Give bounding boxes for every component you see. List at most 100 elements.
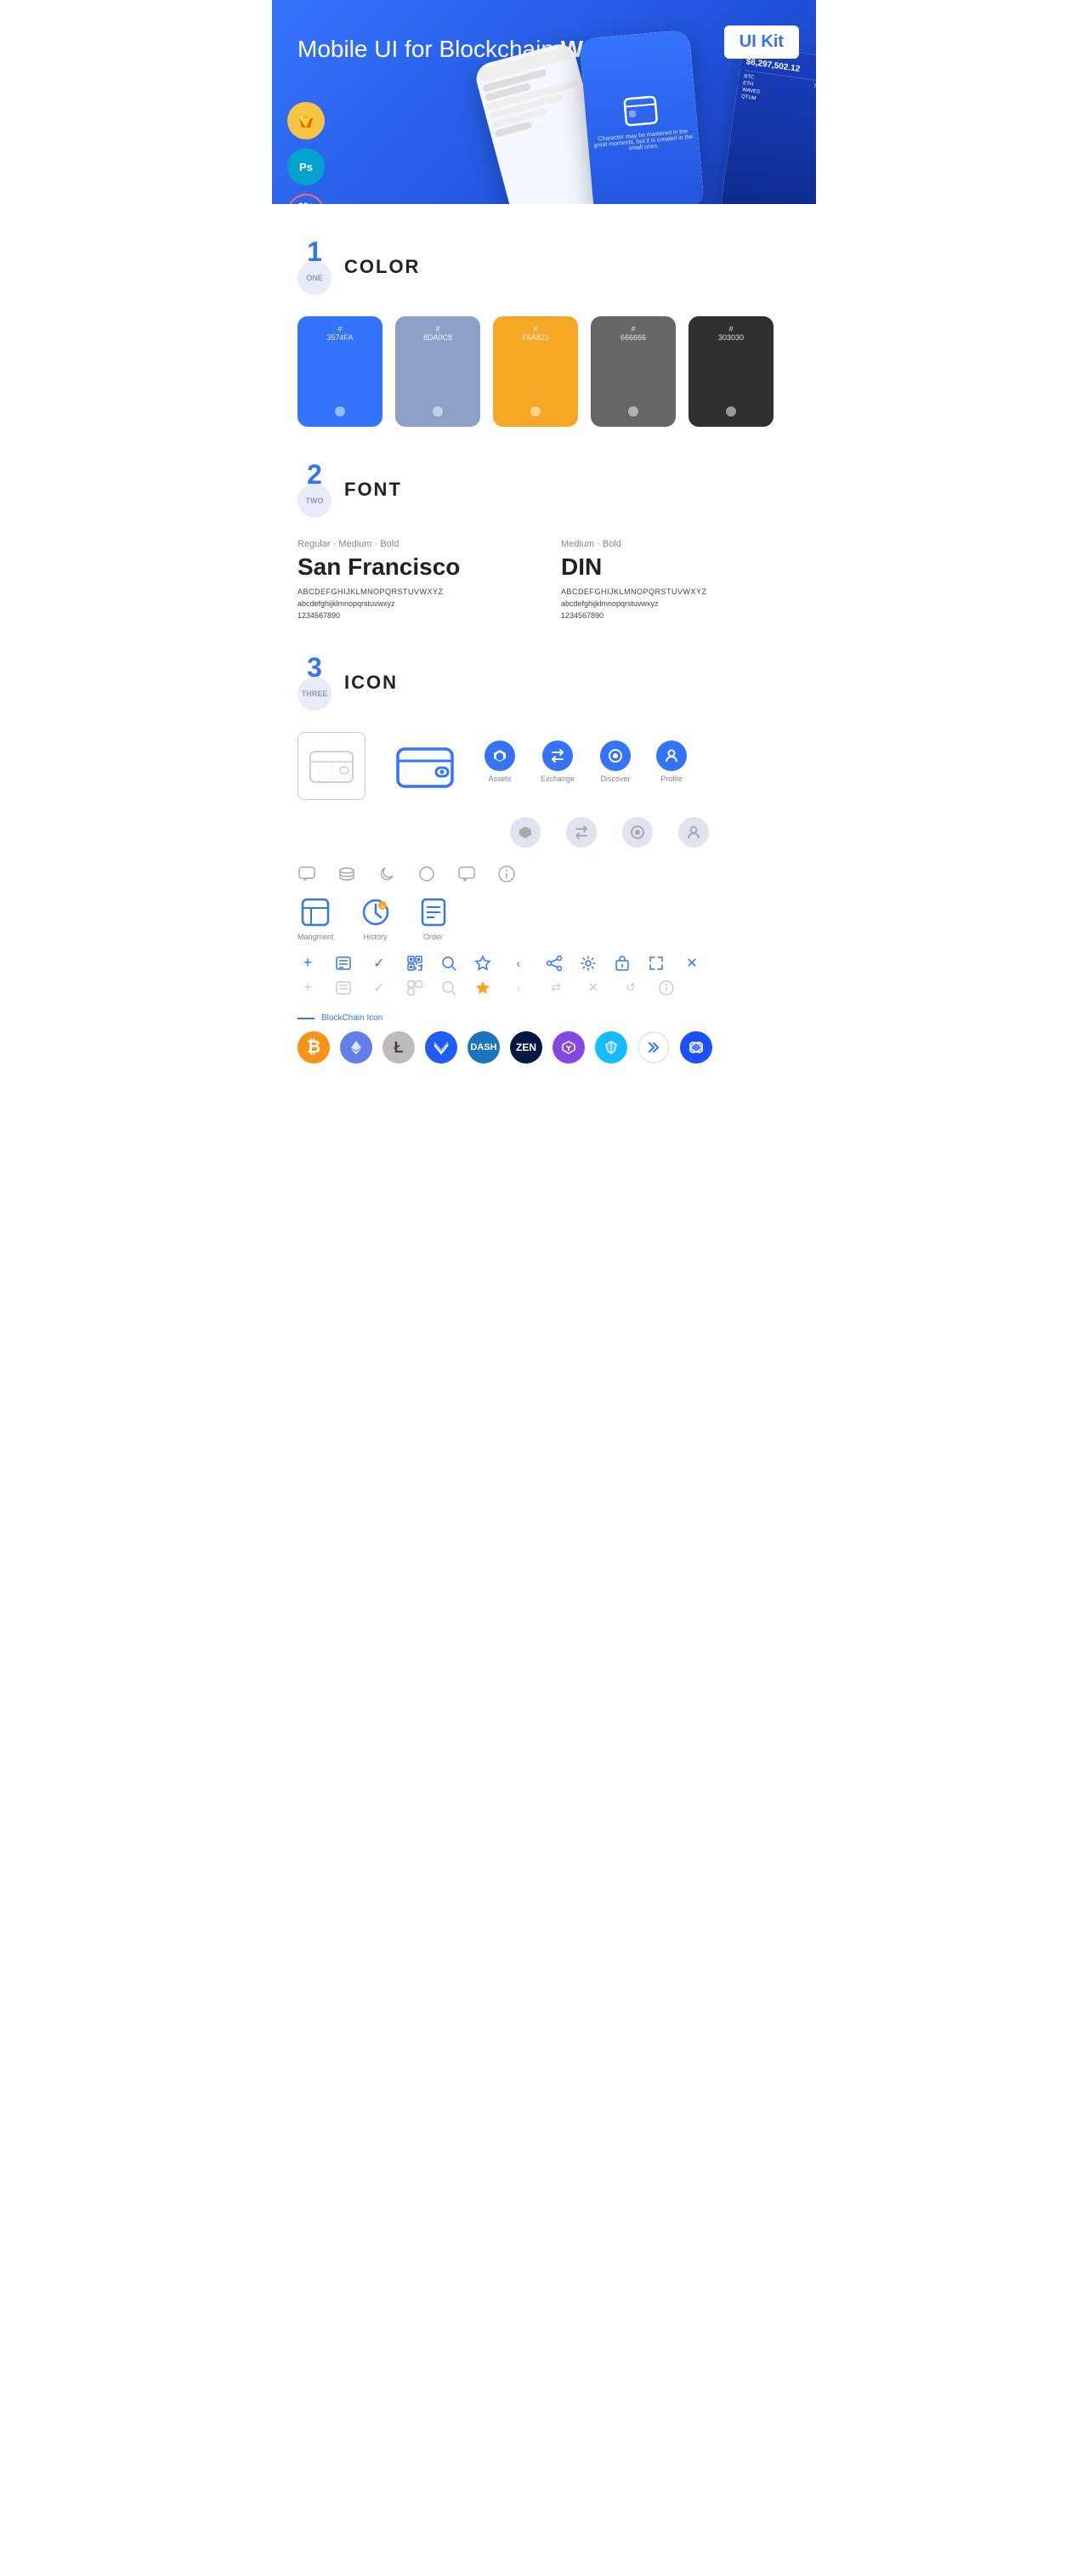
font-row: Regular · Medium · Bold San Francisco AB…: [298, 539, 790, 620]
assets-gray-icon: [510, 817, 541, 848]
blockchain-icon-label: BlockChain Icon: [298, 1013, 790, 1023]
discover-label: Discover: [601, 775, 631, 783]
info-icon: [497, 865, 516, 883]
utility-icons-row: + ✓: [298, 954, 790, 972]
edit-list-gray-icon: [335, 979, 352, 996]
ui-kit-badge: UI Kit: [724, 26, 799, 59]
assets-icon-gray: [510, 817, 541, 848]
stack-icon: [337, 865, 356, 883]
plus-gray-icon: +: [298, 979, 318, 996]
edit-list-icon: [335, 955, 352, 972]
dent-icon: [680, 1031, 712, 1064]
main-content: 1 ONE COLOR #3574FA #8DA0C8 #F5A823 #666…: [272, 204, 816, 1123]
wallet-filled-icon: [391, 732, 459, 800]
discover-icon-item: Discover: [600, 740, 631, 783]
dash-icon: DASH: [468, 1031, 500, 1064]
assets-icon: [484, 740, 515, 771]
check-icon: ✓: [369, 955, 389, 972]
order-icon-item: Order: [417, 896, 450, 941]
section-num-color: 1 ONE: [298, 238, 332, 295]
qr-gray-icon: [406, 979, 423, 996]
speech-icon: [457, 865, 476, 883]
color-swatches: #3574FA #8DA0C8 #F5A823 #666666 #303030: [298, 316, 790, 427]
phone-center: Character may be mastered in the great m…: [579, 30, 705, 204]
icon-section-header: 3 THREE ICON: [298, 654, 790, 711]
svg-text:+: +: [380, 905, 383, 911]
chevron-left-gray-icon: ‹: [508, 981, 529, 995]
search-gray-icon: [440, 979, 457, 996]
discover-icon-gray: [622, 817, 653, 848]
exchange-icon-gray: [566, 817, 597, 848]
star-icon: [474, 955, 491, 972]
wallet-wireframe-icon: [298, 732, 366, 800]
swatch-blue: #3574FA: [298, 316, 382, 427]
profile-gray-icon: [678, 817, 709, 848]
exchange-icon-item: Exchange: [541, 740, 575, 783]
polygon-icon: [552, 1031, 585, 1064]
ethereum-icon: [340, 1031, 372, 1064]
moon-icon: [377, 865, 396, 883]
font-din: Medium · Bold DIN ABCDEFGHIJKLMNOPQRSTUV…: [561, 539, 790, 620]
export-icon: [614, 955, 631, 972]
close-icon: ✕: [682, 955, 702, 972]
screens-badge: 60+Screens: [287, 194, 325, 204]
qr-icon: [406, 955, 423, 972]
chat-icon: [298, 865, 316, 883]
font-sf: Regular · Medium · Bold San Francisco AB…: [298, 539, 527, 620]
swatch-dark: #303030: [688, 316, 774, 427]
section-num-icon: 3 THREE: [298, 654, 332, 711]
hero-section: Mobile UI for Blockchain Wallet UI Kit P…: [272, 0, 816, 204]
profile-icon-item: Profile: [656, 740, 687, 783]
management-label: Mangment: [298, 933, 334, 941]
discover-gray-icon: [622, 817, 653, 848]
color-section-header: 1 ONE COLOR: [298, 238, 790, 295]
history-label: History: [364, 933, 388, 941]
arrows-gray-icon: ⇄: [546, 980, 566, 995]
profile-icon: [656, 740, 687, 771]
order-label: Order: [423, 933, 443, 941]
matic-icon: [638, 1031, 670, 1064]
exchange-icon: [542, 740, 573, 771]
bitcoin-icon: ₿: [298, 1031, 330, 1064]
waves-icon: [425, 1031, 457, 1064]
nav-icons-colored: Assets Exchange: [484, 740, 687, 783]
zen-icon: ZEN: [510, 1031, 542, 1064]
icon-section: Assets Exchange: [298, 732, 790, 1064]
circle-icon: [417, 865, 436, 883]
profile-icon-gray: [678, 817, 709, 848]
resize-icon: [648, 955, 665, 972]
crypto-icons-row: ₿ Ł DASH ZEN: [298, 1031, 790, 1064]
search-icon: [440, 955, 457, 972]
management-icon-item: Mangment: [298, 896, 334, 941]
assets-icon-item: Assets: [484, 740, 515, 783]
mgmt-icons-row: Mangment + History Order: [298, 896, 790, 941]
font-section: Regular · Medium · Bold San Francisco AB…: [298, 539, 790, 620]
profile-label: Profile: [660, 775, 683, 783]
swatch-orange: #F5A823: [493, 316, 578, 427]
nav-icons-gray: [510, 817, 790, 848]
chevron-left-icon: ‹: [508, 956, 529, 970]
exchange-gray-icon: [566, 817, 597, 848]
litecoin-icon: Ł: [382, 1031, 415, 1064]
ps-badge: Ps: [287, 148, 325, 185]
phones-container: Character may be mastered in the great m…: [476, 34, 816, 204]
utility-icons-gray-row: + ✓: [298, 979, 790, 996]
swatch-gray: #666666: [591, 316, 676, 427]
history-icon-item: + History: [360, 896, 392, 941]
discover-icon: [600, 740, 631, 771]
section-num-font: 2 TWO: [298, 461, 332, 518]
assets-label: Assets: [488, 775, 511, 783]
wallet-icons-row: Assets Exchange: [298, 732, 790, 800]
x-gray-icon: ✕: [583, 979, 604, 996]
rotate-gray-icon: ↺: [620, 980, 641, 995]
info-gray-icon: [658, 979, 675, 996]
sketch-badge: [287, 102, 325, 139]
check-gray-icon: ✓: [369, 979, 389, 996]
phone-right: myWallet $6,297,502.12 BTC738-2003 ETH56…: [720, 45, 816, 204]
badges-column: Ps 60+Screens: [287, 102, 325, 204]
swatch-gray-blue: #8DA0C8: [395, 316, 480, 427]
share-icon: [546, 955, 563, 972]
vechain-icon: [595, 1031, 627, 1064]
star-filled-icon: [474, 979, 491, 996]
settings-icon: [580, 955, 597, 972]
